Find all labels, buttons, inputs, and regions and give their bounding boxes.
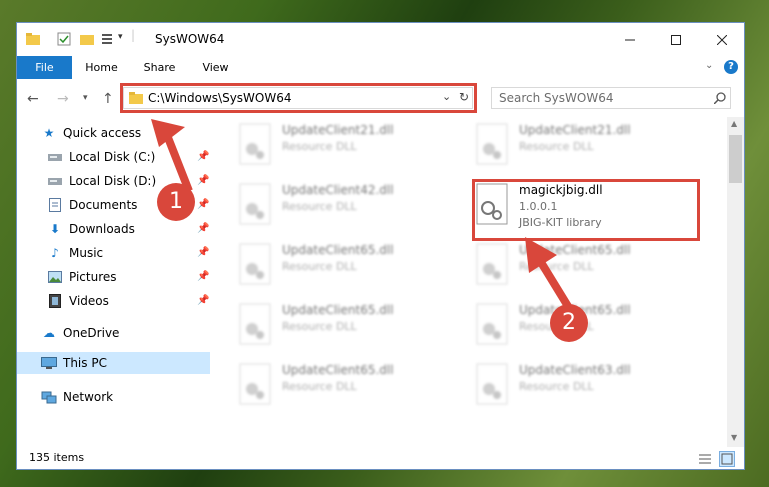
step-2-badge: 2: [550, 304, 588, 342]
step-1-badge: 1: [157, 183, 195, 221]
annotation-arrows: [151, 119, 581, 324]
arrow-1: [151, 119, 193, 193]
explorer-window: ▾ | SysWOW64 File Home Share View ⌄ ? ← …: [16, 22, 745, 470]
